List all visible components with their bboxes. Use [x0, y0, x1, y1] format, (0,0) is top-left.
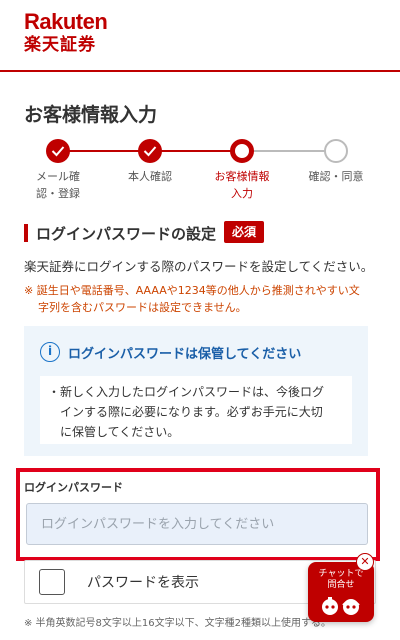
info-box-header: i ログインパスワードは保管してください — [40, 342, 301, 362]
step-label-line: 入力 — [231, 187, 253, 200]
section-description: 楽天証券にログインする際のパスワードを設定してください。 — [24, 259, 374, 274]
info-box-title: ログインパスワードは保管してください — [68, 346, 302, 362]
step-label-line: お客様情報 — [214, 170, 270, 183]
chatbot-icon — [322, 597, 360, 615]
chat-support-button[interactable]: チャットで 問合せ — [308, 562, 374, 622]
step-label-line: メール確 — [36, 170, 80, 183]
step-label-confirm: 確認・同意 — [286, 168, 386, 185]
warning-line: ※ 誕生日や電話番号、AAAAや1234等の他人から推測されやすい文 — [24, 284, 360, 297]
page-title: お客様情報入力 — [24, 104, 158, 126]
progress-stepper: メール確 認・登録 本人確認 お客様情報 入力 確認・同意 — [0, 138, 400, 208]
show-password-checkbox[interactable] — [39, 569, 65, 595]
logo-text-en: Rakuten — [24, 9, 108, 34]
step-3-current-icon — [230, 139, 254, 163]
info-line: に保管してください。 — [60, 425, 180, 439]
step-label-identity: 本人確認 — [100, 168, 200, 185]
step-label-line: 確認・同意 — [308, 170, 364, 183]
logo-text-jp: 楽天証券 — [24, 35, 96, 55]
info-box-text: ・ 新しく入力したログインパスワードは、今後ログ インする際に必要になります。必… — [48, 382, 342, 442]
chat-label-line: 問合せ — [327, 580, 355, 590]
step-4-pending-icon — [324, 139, 348, 163]
info-box: i ログインパスワードは保管してください ・ 新しく入力したログインパスワードは… — [24, 326, 368, 456]
password-input[interactable] — [26, 503, 368, 545]
step-connector — [240, 150, 336, 152]
password-field-label: ログインパスワード — [24, 481, 123, 494]
bullet-icon: ・ — [48, 385, 61, 399]
warning-line: 字列を含むパスワードは設定できません。 — [38, 301, 247, 314]
header: Rakuten 楽天証券 — [0, 0, 400, 72]
info-line: インする際に必要になります。必ずお手元に大切 — [60, 405, 323, 419]
section-title: ログインパスワードの設定 — [36, 224, 217, 243]
chat-label: チャットで 問合せ — [308, 569, 374, 591]
show-password-label: パスワードを表示 — [87, 575, 199, 591]
password-warning: ※ 誕生日や電話番号、AAAAや1234等の他人から推測されやすい文 字列を含む… — [24, 282, 376, 316]
step-label-customer-info: お客様情報 入力 — [192, 168, 292, 202]
step-2-check-icon — [138, 139, 162, 163]
chat-close-icon[interactable]: ✕ — [356, 553, 374, 571]
step-label-line: 本人確認 — [128, 170, 172, 183]
rakuten-logo[interactable]: Rakuten 楽天証券 — [24, 9, 108, 56]
section-heading: ログインパスワードの設定 — [24, 222, 216, 244]
step-label-email: メール確 認・登録 — [8, 168, 108, 202]
info-box-body: ・ 新しく入力したログインパスワードは、今後ログ インする際に必要になります。必… — [40, 376, 352, 444]
step-label-line: 認・登録 — [36, 187, 80, 200]
info-icon: i — [40, 342, 60, 362]
section-accent-bar — [24, 224, 28, 242]
step-1-check-icon — [46, 139, 70, 163]
info-line: 新しく入力したログインパスワードは、今後ログ — [60, 385, 325, 399]
required-badge: 必須 — [224, 221, 264, 243]
